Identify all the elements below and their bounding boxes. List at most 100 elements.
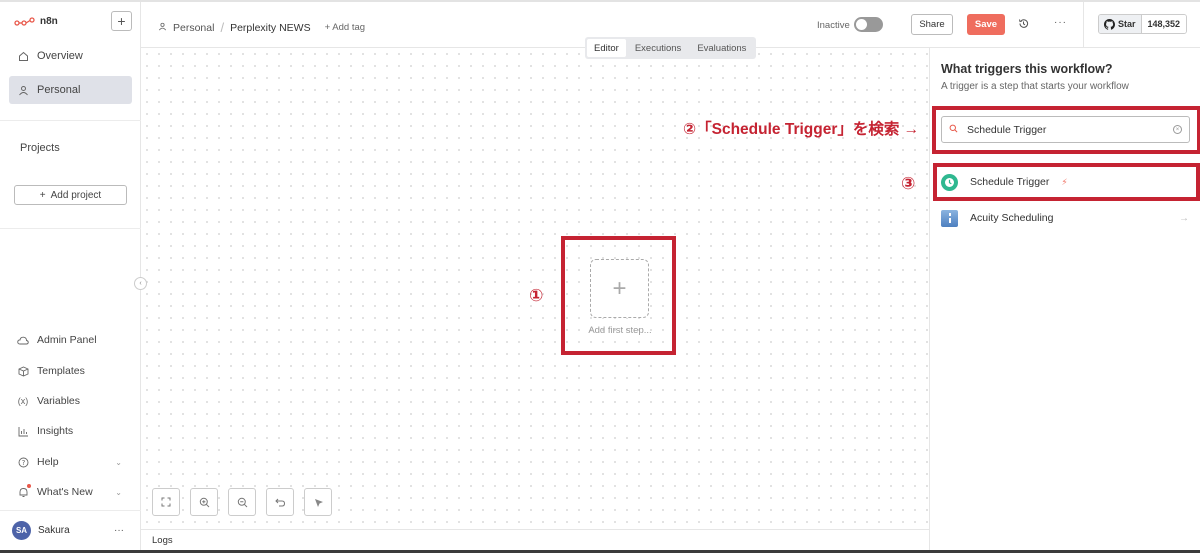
user-name: Sakura <box>38 525 70 536</box>
cloud-icon <box>17 336 29 345</box>
search-input[interactable] <box>967 123 1164 136</box>
avatar: SA <box>12 521 31 540</box>
arrow-right-icon: → <box>1179 212 1189 224</box>
sidebar-item-label: Personal <box>37 84 81 96</box>
user-icon <box>17 84 29 96</box>
tidy-up-button[interactable] <box>304 488 332 516</box>
notification-dot <box>27 483 31 488</box>
annotation-step-3: ③ <box>901 174 916 193</box>
plus-icon: + <box>117 13 126 29</box>
clear-search-icon[interactable]: × <box>1173 125 1182 134</box>
sidebar-item-insights[interactable]: Insights <box>17 425 122 437</box>
github-icon <box>1104 18 1115 30</box>
create-button[interactable]: + <box>111 11 132 31</box>
sidebar-item-variables[interactable]: (x) Variables <box>17 395 122 407</box>
panel-subtitle: A trigger is a step that starts your wor… <box>941 81 1129 92</box>
bell-icon <box>17 483 31 498</box>
help-icon: ? <box>17 457 29 468</box>
result-label: Schedule Trigger <box>970 176 1050 188</box>
svg-text:?: ? <box>21 459 25 467</box>
acuity-icon <box>941 209 958 227</box>
breadcrumb-owner[interactable]: Personal <box>173 22 214 34</box>
box-icon <box>17 366 29 377</box>
tab-executions[interactable]: Executions <box>628 39 688 57</box>
sidebar-item-templates[interactable]: Templates <box>17 365 122 377</box>
divider <box>0 510 141 511</box>
tab-evaluations[interactable]: Evaluations <box>690 39 753 57</box>
chart-icon <box>17 426 29 437</box>
variable-icon: (x) <box>17 396 29 406</box>
app-name: n8n <box>40 16 58 27</box>
plus-icon: + <box>39 189 46 201</box>
add-first-step-label: Add first step... <box>588 325 652 336</box>
active-toggle[interactable] <box>854 17 883 32</box>
reset-zoom-button[interactable] <box>266 488 294 516</box>
sidebar-item-label: What's New <box>37 486 93 498</box>
view-tabs: Editor Executions Evaluations <box>585 37 756 59</box>
github-star-button[interactable]: Star 148,352 <box>1098 14 1188 34</box>
app-logo[interactable]: n8n <box>14 16 58 27</box>
zoom-in-button[interactable] <box>190 488 218 516</box>
projects-heading: Projects <box>20 142 60 154</box>
user-icon <box>158 22 167 34</box>
cursor-icon <box>314 498 323 507</box>
add-first-step-button[interactable]: + <box>590 259 649 318</box>
logs-label: Logs <box>152 535 173 546</box>
lightning-icon: ⚡ <box>1061 176 1068 187</box>
sidebar: n8n + Overview Personal Projects + Add p… <box>0 2 141 551</box>
undo-icon <box>274 498 285 506</box>
n8n-logo-icon <box>14 16 35 26</box>
panel-title: What triggers this workflow? <box>941 62 1113 76</box>
chevron-left-icon: ‹ <box>139 280 142 287</box>
plus-icon: + <box>612 274 627 302</box>
result-label: Acuity Scheduling <box>970 212 1054 224</box>
divider <box>0 120 141 121</box>
sidebar-item-help[interactable]: ? Help ⌄ <box>17 456 122 468</box>
more-icon[interactable]: ··· <box>114 525 124 536</box>
sidebar-item-whats-new[interactable]: What's New ⌄ <box>17 483 122 498</box>
add-tag-button[interactable]: + Add tag <box>325 22 365 33</box>
github-star-count: 148,352 <box>1141 15 1187 33</box>
breadcrumb: Personal / Perplexity NEWS + Add tag <box>158 20 365 35</box>
status-label: Inactive <box>817 20 850 31</box>
tab-editor[interactable]: Editor <box>587 39 626 57</box>
sidebar-item-label: Insights <box>37 425 74 437</box>
chevron-down-icon: ⌄ <box>115 487 122 497</box>
result-acuity-scheduling[interactable]: Acuity Scheduling → <box>941 208 1189 228</box>
sidebar-item-admin-panel[interactable]: Admin Panel <box>17 334 122 346</box>
save-button[interactable]: Save <box>967 14 1005 35</box>
zoom-out-button[interactable] <box>228 488 256 516</box>
annotation-step-2: ②「Schedule Trigger」を検索 → <box>683 121 920 138</box>
toggle-knob <box>856 19 867 30</box>
collapse-sidebar-button[interactable]: ‹ <box>134 277 147 290</box>
github-star: Star <box>1099 15 1142 33</box>
node-creator-panel: What triggers this workflow? A trigger i… <box>929 48 1200 550</box>
clock-icon <box>941 173 958 191</box>
share-button[interactable]: Share <box>911 14 953 35</box>
history-icon[interactable] <box>1018 18 1029 32</box>
breadcrumb-separator: / <box>220 20 225 35</box>
annotation-step-1: ① <box>529 286 544 305</box>
sidebar-item-label: Templates <box>37 365 85 377</box>
sidebar-item-label: Admin Panel <box>37 334 97 346</box>
result-schedule-trigger[interactable]: Schedule Trigger ⚡ <box>941 172 1189 192</box>
sidebar-item-personal[interactable]: Personal <box>9 76 132 104</box>
fit-view-icon <box>161 497 171 507</box>
sidebar-item-overview[interactable]: Overview <box>9 42 132 70</box>
divider <box>0 228 141 229</box>
user-menu[interactable]: SA Sakura ··· <box>12 521 124 540</box>
sidebar-item-label: Overview <box>37 50 83 62</box>
more-options-icon[interactable]: ··· <box>1054 17 1067 28</box>
sidebar-item-label: Variables <box>37 395 80 407</box>
github-star-label: Star <box>1118 19 1136 29</box>
add-project-button[interactable]: + Add project <box>14 185 127 205</box>
search-field[interactable]: × <box>941 116 1190 143</box>
workflow-name[interactable]: Perplexity NEWS <box>230 22 311 34</box>
header-divider <box>1083 2 1084 48</box>
fit-view-button[interactable] <box>152 488 180 516</box>
zoom-in-icon <box>199 497 209 507</box>
zoom-out-icon <box>237 497 247 507</box>
canvas-toolbar <box>152 488 332 516</box>
search-icon <box>949 124 958 136</box>
logs-bar[interactable]: Logs <box>141 529 929 551</box>
